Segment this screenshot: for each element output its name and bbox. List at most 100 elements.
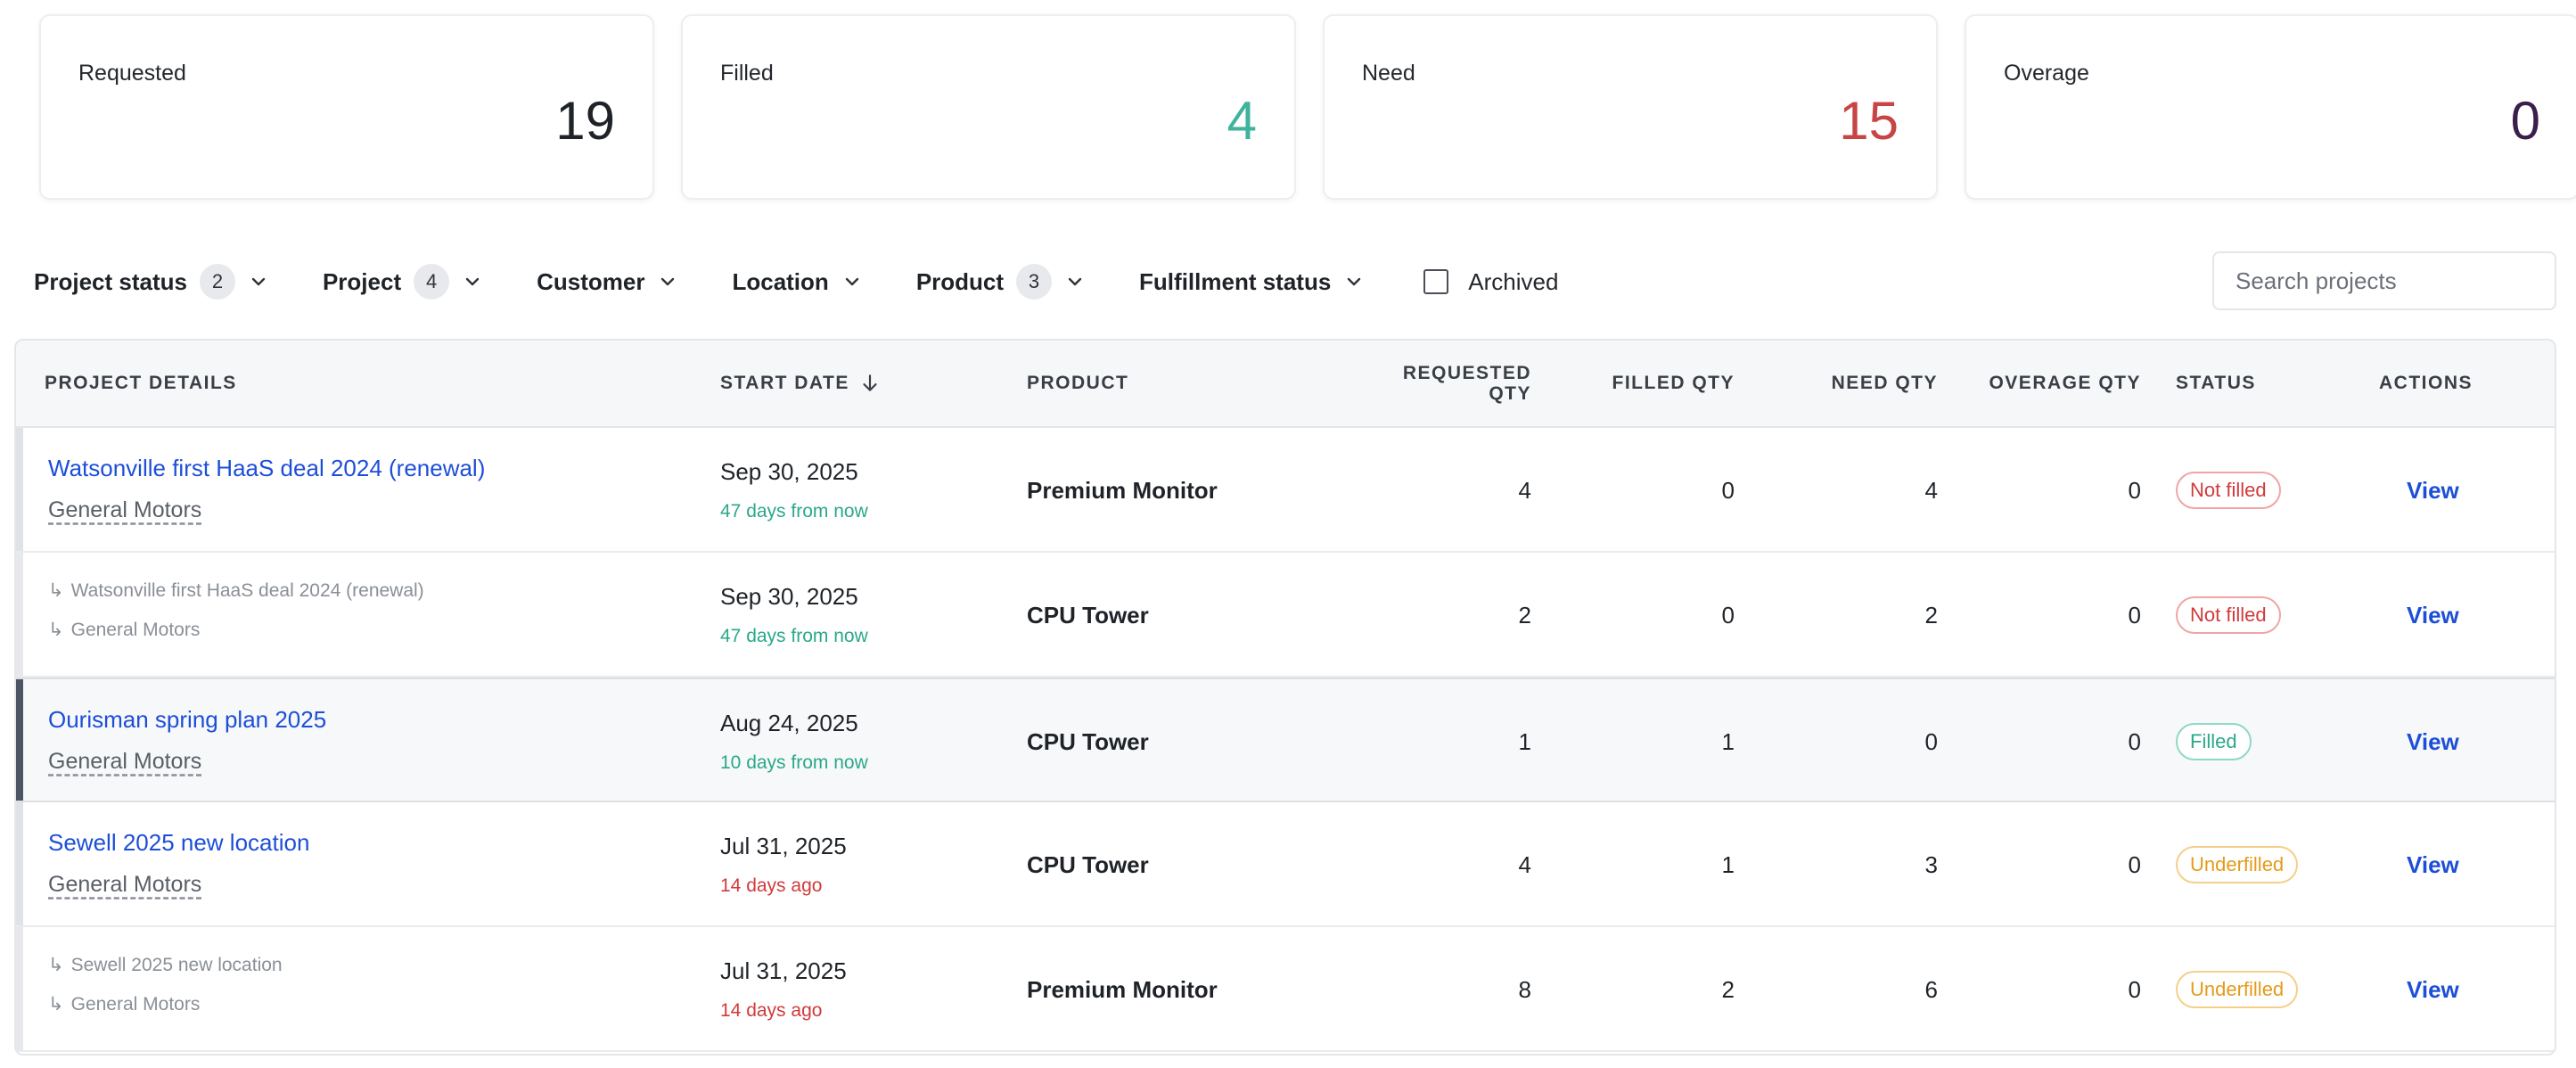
subdirectory-arrow-icon: ↳ bbox=[48, 620, 64, 640]
filter-project[interactable]: Project 4 bbox=[323, 264, 483, 300]
row-accent-bar bbox=[16, 927, 23, 1050]
stat-card-filled: Filled 4 bbox=[681, 14, 1296, 200]
product-name: Premium Monitor bbox=[1027, 976, 1218, 1003]
view-button[interactable]: View bbox=[2407, 976, 2459, 1004]
child-project-ref: ↳ Sewell 2025 new location bbox=[48, 954, 283, 976]
column-header-overage-qty[interactable]: OVERAGE QTY bbox=[1941, 341, 2141, 426]
need-qty: 2 bbox=[1924, 602, 1938, 628]
chevron-down-icon bbox=[661, 277, 675, 286]
need-qty: 0 bbox=[1924, 728, 1938, 755]
row-accent-bar bbox=[16, 802, 23, 925]
child-customer-name: General Motors bbox=[70, 619, 201, 640]
start-date: Jul 31, 2025 bbox=[720, 833, 847, 859]
chevron-down-icon bbox=[845, 277, 859, 286]
filter-count-badge: 4 bbox=[414, 264, 450, 300]
filter-project-status[interactable]: Project status 2 bbox=[34, 264, 269, 300]
filled-qty: 1 bbox=[1721, 851, 1735, 878]
stat-card-need: Need 15 bbox=[1323, 14, 1938, 200]
column-header-start-date[interactable]: START DATE bbox=[720, 341, 882, 426]
column-header-product[interactable]: PRODUCT bbox=[1027, 341, 1128, 426]
column-header-need-qty[interactable]: NEED QTY bbox=[1763, 341, 1938, 426]
column-header-requested-qty[interactable]: REQUESTED QTY bbox=[1353, 341, 1531, 426]
child-project-name: Watsonville first HaaS deal 2024 (renewa… bbox=[70, 579, 424, 601]
filled-qty: 0 bbox=[1721, 477, 1735, 504]
column-header-filled-qty[interactable]: FILLED QTY bbox=[1549, 341, 1735, 426]
customer-link[interactable]: General Motors bbox=[48, 749, 201, 775]
start-date: Sep 30, 2025 bbox=[720, 583, 858, 610]
requested-qty: 1 bbox=[1518, 728, 1531, 755]
project-link[interactable]: Watsonville first HaaS deal 2024 (renewa… bbox=[48, 455, 485, 482]
column-header-project-details[interactable]: PROJECT DETAILS bbox=[45, 341, 237, 426]
relative-date: 14 days ago bbox=[720, 1000, 823, 1021]
project-link[interactable]: Sewell 2025 new location bbox=[48, 829, 309, 857]
product-name: CPU Tower bbox=[1027, 851, 1149, 878]
filter-bar: Project status 2 Project 4 Customer Loca… bbox=[34, 251, 1558, 312]
overage-qty: 0 bbox=[2128, 851, 2141, 878]
filled-qty: 2 bbox=[1721, 976, 1735, 1003]
overage-qty: 0 bbox=[2128, 477, 2141, 504]
requested-qty: 4 bbox=[1518, 477, 1531, 504]
view-button[interactable]: View bbox=[2407, 851, 2459, 879]
sort-descending-icon[interactable] bbox=[858, 372, 882, 395]
stat-value: 4 bbox=[1226, 91, 1257, 151]
filter-count-badge: 2 bbox=[199, 264, 235, 300]
requested-qty: 2 bbox=[1518, 602, 1531, 628]
start-date: Aug 24, 2025 bbox=[720, 710, 858, 736]
archived-toggle[interactable]: Archived bbox=[1423, 268, 1558, 296]
table-row[interactable]: Ourisman spring plan 2025 General Motors… bbox=[16, 678, 2555, 802]
stat-value: 0 bbox=[2510, 91, 2540, 151]
table-row[interactable]: Sewell 2025 new location General Motors … bbox=[16, 802, 2555, 927]
column-header-actions: ACTIONS bbox=[2379, 373, 2473, 393]
relative-date: 47 days from now bbox=[720, 501, 868, 522]
filter-customer[interactable]: Customer bbox=[537, 268, 678, 296]
chevron-down-icon bbox=[1348, 277, 1361, 286]
child-customer-name: General Motors bbox=[70, 993, 201, 1015]
status-badge: Filled bbox=[2176, 723, 2252, 760]
project-link[interactable]: Ourisman spring plan 2025 bbox=[48, 706, 326, 734]
filter-product[interactable]: Product 3 bbox=[916, 264, 1086, 300]
relative-date: 14 days ago bbox=[720, 875, 823, 896]
filter-label: Fulfillment status bbox=[1139, 267, 1332, 295]
row-accent-bar bbox=[16, 553, 23, 676]
chevron-down-icon bbox=[1068, 277, 1082, 286]
filter-location[interactable]: Location bbox=[732, 268, 862, 296]
filter-label: Location bbox=[732, 267, 829, 295]
column-header-label: START DATE bbox=[720, 373, 849, 393]
stat-card-requested: Requested 19 bbox=[39, 14, 654, 200]
overage-qty: 0 bbox=[2128, 728, 2141, 755]
column-header-label: QTY bbox=[1489, 383, 1531, 404]
table-row[interactable]: ↳ Watsonville first HaaS deal 2024 (rene… bbox=[16, 553, 2555, 678]
view-button[interactable]: View bbox=[2407, 602, 2459, 629]
column-header-status[interactable]: STATUS bbox=[2176, 341, 2256, 426]
product-name: Premium Monitor bbox=[1027, 477, 1218, 504]
view-button[interactable]: View bbox=[2407, 728, 2459, 756]
view-button[interactable]: View bbox=[2407, 477, 2459, 505]
relative-date: 10 days from now bbox=[720, 752, 868, 773]
filter-label: Project status bbox=[34, 267, 187, 295]
customer-link[interactable]: General Motors bbox=[48, 497, 201, 523]
table-header: PROJECT DETAILS START DATE PRODUCT REQUE… bbox=[16, 341, 2555, 428]
subdirectory-arrow-icon: ↳ bbox=[48, 994, 64, 1015]
stats-summary: Requested 19 Filled 4 Need 15 Overage 0 bbox=[39, 14, 2576, 200]
filter-label: Product bbox=[915, 267, 1005, 295]
filter-fulfillment-status[interactable]: Fulfillment status bbox=[1139, 268, 1365, 296]
subdirectory-arrow-icon: ↳ bbox=[48, 955, 64, 975]
table-row[interactable]: Watsonville first HaaS deal 2024 (renewa… bbox=[16, 428, 2555, 553]
product-name: CPU Tower bbox=[1027, 602, 1149, 628]
filter-label: Customer bbox=[537, 267, 645, 295]
child-customer-ref: ↳ General Motors bbox=[48, 993, 200, 1015]
filter-count-badge: 3 bbox=[1016, 264, 1053, 300]
status-badge: Underfilled bbox=[2176, 846, 2299, 883]
search-input[interactable] bbox=[2212, 251, 2556, 310]
child-project-ref: ↳ Watsonville first HaaS deal 2024 (rene… bbox=[48, 579, 424, 602]
customer-link[interactable]: General Motors bbox=[48, 872, 201, 898]
stat-card-overage: Overage 0 bbox=[1965, 14, 2576, 200]
archived-checkbox[interactable] bbox=[1423, 269, 1449, 294]
table-row[interactable]: ↳ Sewell 2025 new location ↳ General Mot… bbox=[16, 927, 2555, 1052]
start-date: Sep 30, 2025 bbox=[720, 458, 858, 485]
row-accent-bar bbox=[16, 428, 23, 551]
stat-label: Filled bbox=[720, 61, 774, 86]
projects-table: PROJECT DETAILS START DATE PRODUCT REQUE… bbox=[14, 339, 2556, 1056]
stat-value: 15 bbox=[1839, 91, 1899, 151]
need-qty: 3 bbox=[1924, 851, 1938, 878]
